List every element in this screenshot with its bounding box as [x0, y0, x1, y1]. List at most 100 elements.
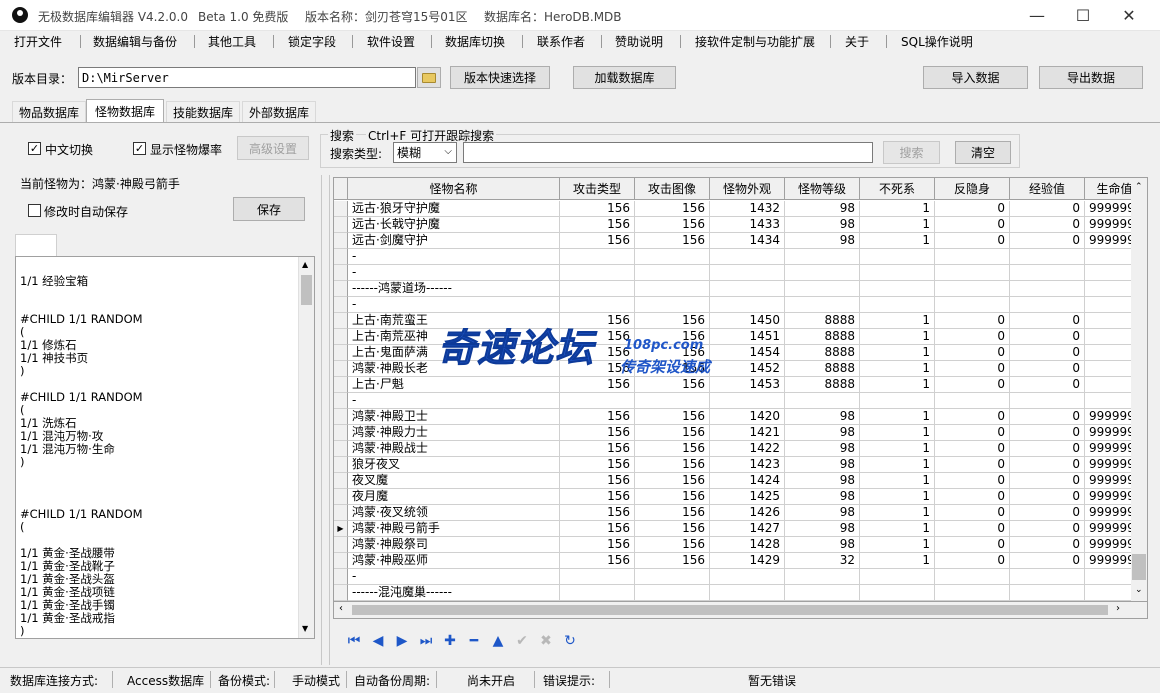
table-cell[interactable]: 1	[860, 537, 935, 553]
table-cell[interactable]	[1010, 249, 1085, 265]
row-indicator[interactable]	[334, 201, 348, 217]
table-cell[interactable]: 0	[935, 457, 1010, 473]
table-cell[interactable]: 0	[1010, 233, 1085, 249]
table-cell[interactable]: 156	[560, 553, 635, 569]
table-cell[interactable]: 1427	[710, 521, 785, 537]
table-cell[interactable]	[560, 281, 635, 297]
table-row[interactable]: 远古·剑魔守护 156 156 1434 98 1 0 0 9999999	[334, 233, 1145, 249]
table-cell[interactable]: 1420	[710, 409, 785, 425]
table-cell[interactable]	[635, 249, 710, 265]
table-cell[interactable]: 0	[935, 233, 1010, 249]
table-cell[interactable]	[860, 281, 935, 297]
menu-data-edit-backup[interactable]: 数据编辑与备份	[93, 33, 177, 50]
table-cell[interactable]: 0	[935, 489, 1010, 505]
table-cell[interactable]: 0	[1010, 361, 1085, 377]
table-cell[interactable]	[560, 265, 635, 281]
table-cell[interactable]	[635, 393, 710, 409]
table-cell[interactable]: 156	[560, 217, 635, 233]
table-cell[interactable]: 0	[1010, 537, 1085, 553]
table-cell[interactable]: 0	[935, 473, 1010, 489]
table-cell[interactable]: 156	[560, 425, 635, 441]
table-cell[interactable]: 0	[1010, 201, 1085, 217]
monster-name-cell[interactable]: 鸿蒙·神殿战士	[348, 441, 560, 457]
column-header[interactable]: 攻击图像	[635, 178, 710, 200]
menu-lock-fields[interactable]: 锁定字段	[288, 33, 336, 50]
table-cell[interactable]: 1426	[710, 505, 785, 521]
table-cell[interactable]	[785, 585, 860, 601]
table-cell[interactable]: 0	[935, 217, 1010, 233]
row-indicator[interactable]	[334, 409, 348, 425]
menu-sql-help[interactable]: SQL操作说明	[901, 33, 973, 50]
table-cell[interactable]	[560, 569, 635, 585]
row-indicator[interactable]	[334, 217, 348, 233]
column-header[interactable]: 怪物名称	[348, 178, 560, 200]
table-cell[interactable]: 32	[785, 553, 860, 569]
table-cell[interactable]	[860, 265, 935, 281]
table-row[interactable]: ------混沌魔巢------	[334, 585, 1145, 601]
table-cell[interactable]: 8888	[785, 361, 860, 377]
table-cell[interactable]: 0	[1010, 377, 1085, 393]
table-cell[interactable]: 156	[560, 233, 635, 249]
table-cell[interactable]: 1	[860, 313, 935, 329]
monster-name-cell[interactable]: -	[348, 297, 560, 313]
tab-skill-db[interactable]: 技能数据库	[166, 101, 240, 122]
table-cell[interactable]	[710, 249, 785, 265]
table-cell[interactable]: 98	[785, 441, 860, 457]
table-cell[interactable]: 1	[860, 329, 935, 345]
row-indicator[interactable]	[334, 553, 348, 569]
monster-name-cell[interactable]: -	[348, 249, 560, 265]
table-cell[interactable]: 156	[560, 521, 635, 537]
row-indicator[interactable]	[334, 457, 348, 473]
table-cell[interactable]: 0	[1010, 521, 1085, 537]
table-cell[interactable]: 1	[860, 441, 935, 457]
table-cell[interactable]: 0	[935, 377, 1010, 393]
table-row[interactable]: ------鸿蒙道场------	[334, 281, 1145, 297]
table-cell[interactable]: 0	[935, 313, 1010, 329]
table-row[interactable]: 鸿蒙·夜叉统领 156 156 1426 98 1 0 0 9999999	[334, 505, 1145, 521]
table-cell[interactable]: 1	[860, 489, 935, 505]
table-cell[interactable]	[785, 249, 860, 265]
table-cell[interactable]: 0	[1010, 473, 1085, 489]
column-header[interactable]: 反隐身	[935, 178, 1010, 200]
menu-other-tools[interactable]: 其他工具	[208, 33, 256, 50]
table-cell[interactable]	[635, 297, 710, 313]
column-header[interactable]: 经验值	[1010, 178, 1085, 200]
table-cell[interactable]	[710, 585, 785, 601]
table-cell[interactable]: 156	[635, 217, 710, 233]
table-cell[interactable]: 156	[635, 457, 710, 473]
refresh-record-icon[interactable]: ↻	[561, 632, 579, 650]
scroll-down-icon[interactable]: ⌄	[1135, 585, 1143, 595]
table-cell[interactable]: 156	[560, 441, 635, 457]
next-record-icon[interactable]: ▶	[393, 632, 411, 650]
table-cell[interactable]: 1428	[710, 537, 785, 553]
table-cell[interactable]: 0	[935, 409, 1010, 425]
table-cell[interactable]	[860, 249, 935, 265]
table-cell[interactable]: 156	[635, 409, 710, 425]
search-type-select[interactable]: 模糊 ⌵	[393, 142, 457, 163]
table-cell[interactable]	[785, 265, 860, 281]
close-button[interactable]: ✕	[1106, 0, 1152, 31]
table-cell[interactable]: 156	[635, 473, 710, 489]
row-indicator[interactable]	[334, 377, 348, 393]
table-cell[interactable]: 0	[1010, 329, 1085, 345]
table-cell[interactable]: 0	[935, 425, 1010, 441]
table-cell[interactable]: 156	[635, 425, 710, 441]
monster-name-cell[interactable]: ------鸿蒙道场------	[348, 281, 560, 297]
row-indicator[interactable]	[334, 473, 348, 489]
table-cell[interactable]: 0	[935, 329, 1010, 345]
table-cell[interactable]	[860, 569, 935, 585]
tab-monster-db[interactable]: 怪物数据库	[86, 99, 164, 123]
row-indicator[interactable]	[334, 329, 348, 345]
table-row[interactable]: 鸿蒙·神殿卫士 156 156 1420 98 1 0 0 9999999	[334, 409, 1145, 425]
table-cell[interactable]: 156	[635, 201, 710, 217]
monster-name-cell[interactable]: -	[348, 569, 560, 585]
table-cell[interactable]: 98	[785, 505, 860, 521]
table-cell[interactable]: 98	[785, 425, 860, 441]
menu-open-file[interactable]: 打开文件	[14, 33, 62, 50]
table-cell[interactable]: 98	[785, 489, 860, 505]
clear-button[interactable]: 清空	[955, 141, 1011, 164]
table-cell[interactable]: 1433	[710, 217, 785, 233]
table-cell[interactable]: 1	[860, 217, 935, 233]
search-button[interactable]: 搜索	[883, 141, 940, 164]
table-cell[interactable]	[1010, 265, 1085, 281]
